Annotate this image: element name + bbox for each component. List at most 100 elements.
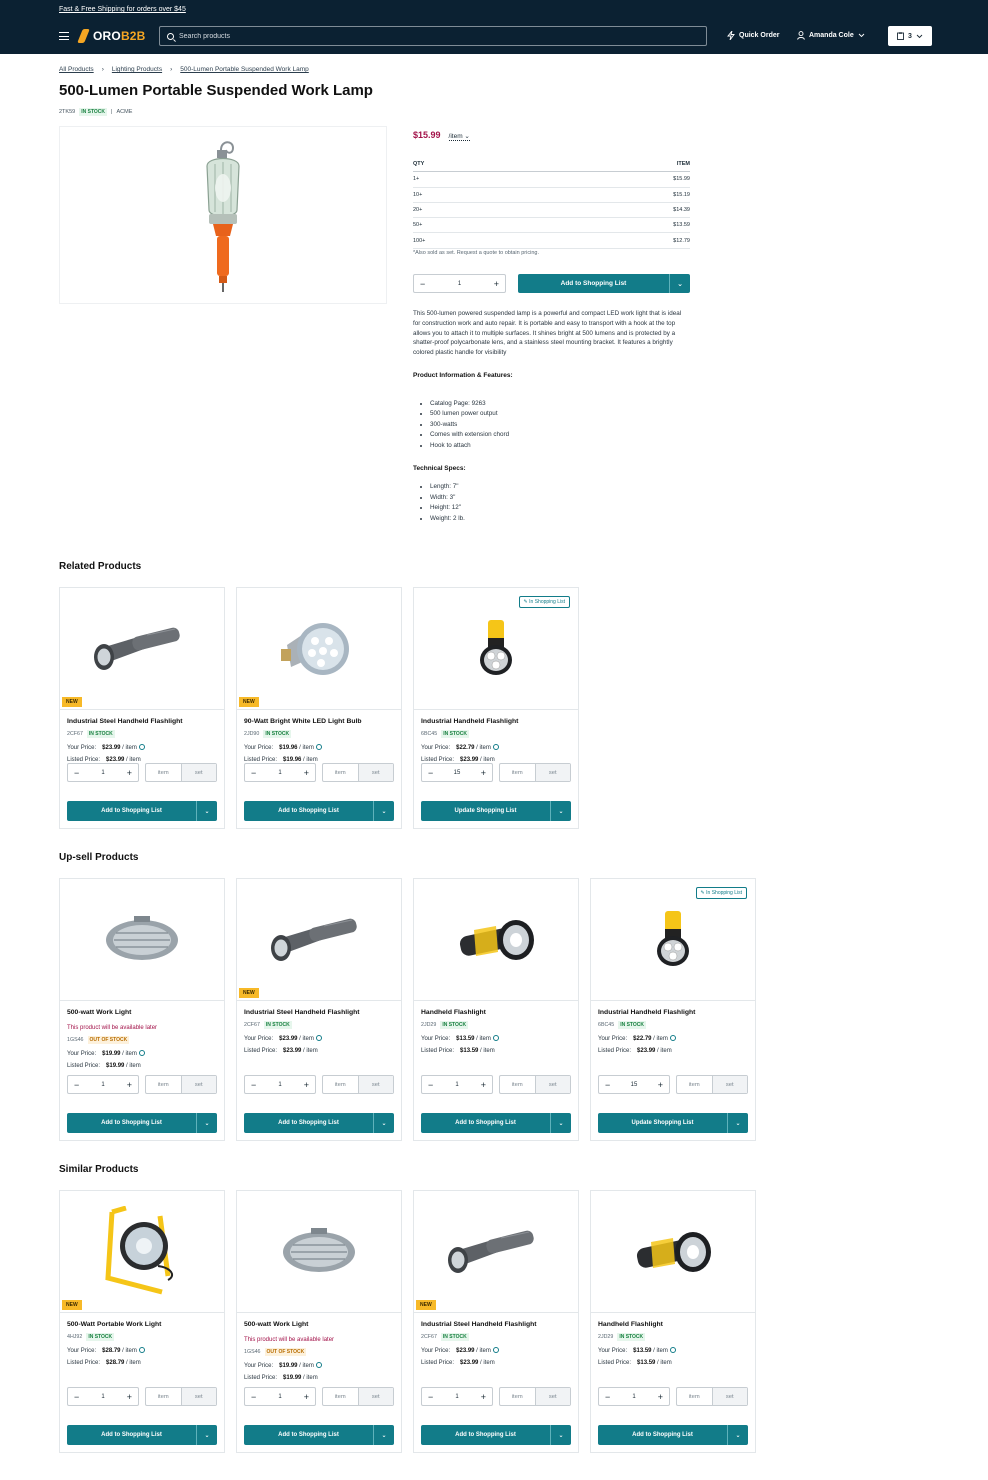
user-menu[interactable]: Amanda Cole xyxy=(797,31,865,40)
chevron-down-icon[interactable]: ⌄ xyxy=(727,1113,748,1133)
quantity-input[interactable]: 1 xyxy=(101,1082,104,1088)
add-to-shopping-list-button[interactable]: Add to Shopping List ⌄ xyxy=(67,1113,217,1133)
decrease-button[interactable]: − xyxy=(605,1080,610,1090)
unit-item-option[interactable]: item xyxy=(500,764,535,781)
unit-set-option[interactable]: set xyxy=(180,1388,216,1405)
product-name[interactable]: 500-Watt Portable Work Light xyxy=(67,1321,217,1328)
product-card[interactable]: NEW 90-Watt Bright White LED Light Bulb … xyxy=(236,587,402,829)
product-image[interactable] xyxy=(591,1191,755,1313)
product-image[interactable]: NEW xyxy=(60,1191,224,1313)
product-card[interactable]: 500-watt Work Light This product will be… xyxy=(59,878,225,1141)
unit-set-option[interactable]: set xyxy=(534,1388,570,1405)
increase-button[interactable]: + xyxy=(494,279,499,289)
product-name[interactable]: Industrial Steel Handheld Flashlight xyxy=(244,1009,394,1016)
add-to-shopping-list-button[interactable]: Add to Shopping List ⌄ xyxy=(421,1425,571,1445)
increase-button[interactable]: + xyxy=(481,1080,486,1090)
unit-item-option[interactable]: item xyxy=(146,1076,181,1093)
breadcrumb-all-products[interactable]: All Products xyxy=(59,66,94,73)
unit-set-option[interactable]: set xyxy=(357,764,393,781)
product-image[interactable]: NEW xyxy=(414,1191,578,1313)
unit-item-option[interactable]: item xyxy=(323,764,358,781)
quantity-input[interactable]: 15 xyxy=(631,1082,638,1088)
product-card[interactable]: Handheld Flashlight 2JD29 IN STOCK Your P… xyxy=(413,878,579,1141)
add-to-shopping-list-button[interactable]: Add to Shopping List ⌄ xyxy=(67,801,217,821)
unit-set-option[interactable]: set xyxy=(534,764,570,781)
decrease-button[interactable]: − xyxy=(428,768,433,778)
quantity-input[interactable]: 1 xyxy=(458,281,461,287)
increase-button[interactable]: + xyxy=(304,768,309,778)
decrease-button[interactable]: − xyxy=(74,1392,79,1402)
product-card[interactable]: NEW Industrial Steel Handheld Flashlight… xyxy=(236,878,402,1141)
product-name[interactable]: Industrial Steel Handheld Flashlight xyxy=(421,1321,571,1328)
unit-item-option[interactable]: item xyxy=(500,1076,535,1093)
product-card[interactable]: ✎ In Shopping List Industrial Handheld F… xyxy=(413,587,579,829)
decrease-button[interactable]: − xyxy=(428,1080,433,1090)
unit-set-option[interactable]: set xyxy=(180,1076,216,1093)
decrease-button[interactable]: − xyxy=(605,1392,610,1402)
chevron-down-icon[interactable]: ⌄ xyxy=(669,274,690,293)
increase-button[interactable]: + xyxy=(304,1080,309,1090)
product-card[interactable]: NEW Industrial Steel Handheld Flashlight… xyxy=(59,587,225,829)
info-icon[interactable] xyxy=(138,744,145,750)
update-shopping-list-button[interactable]: Update Shopping List ⌄ xyxy=(598,1113,748,1133)
in-shopping-list-badge[interactable]: ✎ In Shopping List xyxy=(518,596,570,608)
add-to-shopping-list-button[interactable]: Add to Shopping List ⌄ xyxy=(598,1425,748,1445)
chevron-down-icon[interactable]: ⌄ xyxy=(196,1425,217,1445)
unit-item-option[interactable]: item xyxy=(323,1076,358,1093)
chevron-down-icon[interactable]: ⌄ xyxy=(373,1113,394,1133)
add-to-shopping-list-button[interactable]: Add to Shopping List ⌄ xyxy=(244,1425,394,1445)
add-to-shopping-list-button[interactable]: Add to Shopping List ⌄ xyxy=(421,1113,571,1133)
decrease-button[interactable]: − xyxy=(251,1392,256,1402)
increase-button[interactable]: + xyxy=(127,1080,132,1090)
breadcrumb-current-product[interactable]: 500-Lumen Portable Suspended Work Lamp xyxy=(180,66,309,73)
info-icon[interactable] xyxy=(669,1347,676,1353)
increase-button[interactable]: + xyxy=(481,1392,486,1402)
product-card[interactable]: NEW Industrial Steel Handheld Flashlight… xyxy=(413,1190,579,1453)
unit-set-option[interactable]: set xyxy=(357,1076,393,1093)
add-to-shopping-list-button[interactable]: Add to Shopping List ⌄ xyxy=(518,274,690,293)
product-name[interactable]: 500-watt Work Light xyxy=(244,1321,394,1328)
breadcrumb-lighting-products[interactable]: Lighting Products xyxy=(112,66,162,73)
quantity-input[interactable]: 1 xyxy=(632,1394,635,1400)
increase-button[interactable]: + xyxy=(304,1392,309,1402)
quantity-input[interactable]: 1 xyxy=(101,770,104,776)
search-icon[interactable] xyxy=(167,32,174,40)
product-main-image[interactable] xyxy=(59,126,387,304)
product-card[interactable]: ✎ In Shopping List Industrial Handheld F… xyxy=(590,878,756,1141)
add-to-shopping-list-button[interactable]: Add to Shopping List ⌄ xyxy=(67,1425,217,1445)
product-name[interactable]: Industrial Steel Handheld Flashlight xyxy=(67,718,217,725)
decrease-button[interactable]: − xyxy=(428,1392,433,1402)
search-input[interactable] xyxy=(179,32,679,40)
product-image[interactable] xyxy=(414,879,578,1001)
chevron-down-icon[interactable]: ⌄ xyxy=(550,801,571,821)
unit-item-option[interactable]: item xyxy=(146,1388,181,1405)
chevron-down-icon[interactable]: ⌄ xyxy=(196,801,217,821)
unit-item-option[interactable]: item xyxy=(500,1388,535,1405)
product-image[interactable]: NEW xyxy=(237,588,401,710)
product-image[interactable] xyxy=(60,879,224,1001)
add-to-shopping-list-button[interactable]: Add to Shopping List ⌄ xyxy=(244,1113,394,1133)
unit-set-option[interactable]: set xyxy=(534,1076,570,1093)
increase-button[interactable]: + xyxy=(658,1392,663,1402)
product-name[interactable]: Industrial Handheld Flashlight xyxy=(421,718,571,725)
product-card[interactable]: 500-watt Work Light This product will be… xyxy=(236,1190,402,1453)
menu-icon[interactable] xyxy=(59,32,69,40)
unit-selector[interactable]: /item ⌄ xyxy=(448,132,470,141)
chevron-down-icon[interactable]: ⌄ xyxy=(196,1113,217,1133)
decrease-button[interactable]: − xyxy=(74,1080,79,1090)
decrease-button[interactable]: − xyxy=(251,768,256,778)
quantity-input[interactable]: 1 xyxy=(101,1394,104,1400)
quantity-input[interactable]: 1 xyxy=(278,770,281,776)
chevron-down-icon[interactable]: ⌄ xyxy=(550,1425,571,1445)
unit-set-option[interactable]: set xyxy=(711,1076,747,1093)
product-image[interactable]: NEW xyxy=(60,588,224,710)
quick-order-button[interactable]: Quick Order xyxy=(727,31,779,40)
chevron-down-icon[interactable]: ⌄ xyxy=(550,1113,571,1133)
unit-item-option[interactable]: item xyxy=(677,1388,712,1405)
chevron-down-icon[interactable]: ⌄ xyxy=(373,801,394,821)
product-card[interactable]: NEW 500-Watt Portable Work Light 4HJ92 IN… xyxy=(59,1190,225,1453)
decrease-button[interactable]: − xyxy=(74,768,79,778)
decrease-button[interactable]: − xyxy=(420,279,425,289)
chevron-down-icon[interactable]: ⌄ xyxy=(373,1425,394,1445)
info-icon[interactable] xyxy=(138,1347,145,1353)
